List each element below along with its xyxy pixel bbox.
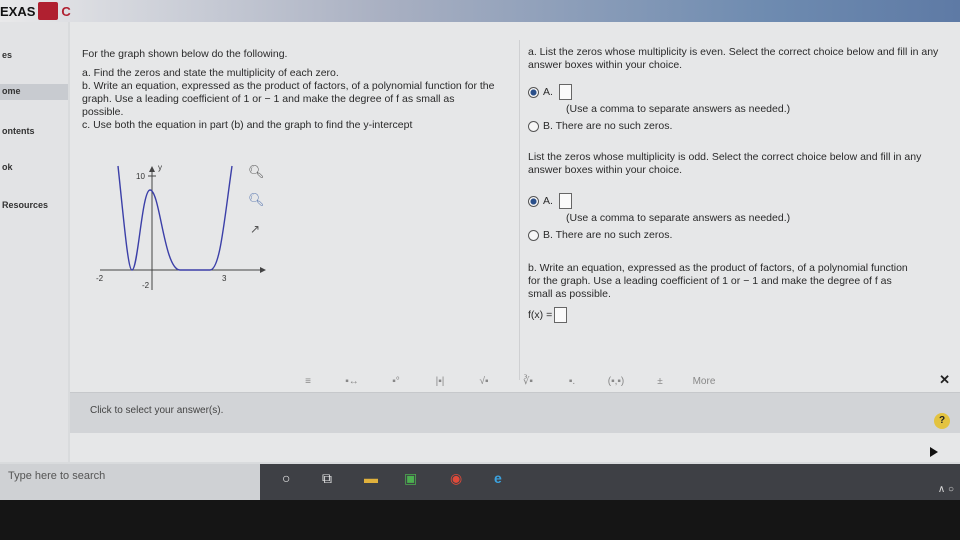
- next-arrow-icon[interactable]: [930, 447, 938, 457]
- odd-option-b-label: B. There are no such zeros.: [543, 229, 673, 241]
- store-icon[interactable]: ▣: [404, 470, 417, 487]
- even-answer-box[interactable]: [558, 84, 572, 100]
- taskbar-search-placeholder: Type here to search: [8, 470, 106, 482]
- help-icon[interactable]: ?: [934, 413, 950, 429]
- answer-footer: Click to select your answer(s). ?: [70, 392, 960, 457]
- polynomial-graph: y 10 -2 -2 3: [96, 163, 266, 290]
- more-button[interactable]: More: [682, 376, 726, 387]
- odd-option-a-label: A.: [543, 194, 553, 207]
- brand-logo: EXAS C: [0, 0, 71, 22]
- absolute-value-button[interactable]: |▪|: [418, 376, 462, 387]
- question-part-b: b. Write an equation, expressed as the p…: [82, 80, 495, 118]
- question-part-a: a. Find the zeros and state the multipli…: [82, 67, 339, 79]
- chrome-icon[interactable]: ◉: [450, 470, 462, 487]
- y-tick-label-bottom: -2: [142, 281, 150, 290]
- odd-answer-box[interactable]: [558, 193, 572, 209]
- question-part-c: c. Use both the equation in part (b) and…: [82, 119, 413, 131]
- mixed-number-button[interactable]: ▪↔: [330, 376, 374, 387]
- system-tray[interactable]: ∧ ○: [938, 484, 954, 495]
- equation-answer-box[interactable]: [554, 307, 568, 323]
- footer-instruction: Click to select your answer(s).: [90, 405, 224, 416]
- even-hint: (Use a comma to separate answers as need…: [566, 103, 791, 115]
- task-view-icon[interactable]: ⧉: [322, 470, 332, 487]
- brand-logo-icon: [38, 2, 59, 20]
- zoom-in-icon[interactable]: 🔍︎: [248, 164, 265, 180]
- odd-multiplicity-prompt: List the zeros whose multiplicity is odd…: [528, 151, 922, 176]
- file-explorer-icon[interactable]: ▬: [364, 470, 378, 486]
- even-option-a-radio[interactable]: [528, 86, 539, 98]
- ordered-pair-button[interactable]: (▪,▪): [594, 376, 638, 387]
- sidebar-item-resources[interactable]: Resources: [0, 200, 68, 210]
- question-panel: For the graph shown below do the followi…: [70, 22, 960, 462]
- even-option-b-radio[interactable]: [528, 121, 539, 132]
- sidebar: es ome ontents ok Resources: [0, 22, 68, 462]
- nth-root-button[interactable]: ∛▪: [506, 376, 550, 387]
- odd-option-a[interactable]: A.: [528, 193, 958, 209]
- popout-icon[interactable]: ↗: [250, 222, 260, 236]
- x-tick-label-left: -2: [96, 274, 104, 283]
- y-axis-label: y: [158, 163, 162, 172]
- exponent-button[interactable]: ▪°: [374, 376, 418, 387]
- polynomial-curve: [117, 165, 233, 271]
- panel-divider: [519, 40, 520, 380]
- even-option-b[interactable]: B. There are no such zeros.: [528, 120, 958, 133]
- close-icon[interactable]: ✕: [939, 372, 950, 388]
- fx-label: f(x) =: [528, 308, 553, 321]
- monitor-frame: EXAS C ✱ es ome ontents ok Resources For…: [0, 0, 960, 540]
- odd-option-b[interactable]: B. There are no such zeros.: [528, 229, 958, 242]
- question-text: For the graph shown below do the followi…: [82, 48, 522, 138]
- equation-prompt: b. Write an equation, expressed as the p…: [528, 262, 908, 300]
- x-axis-arrow: [260, 267, 266, 273]
- odd-option-b-radio[interactable]: [528, 230, 539, 241]
- even-option-a-label: A.: [543, 85, 553, 98]
- zoom-out-icon[interactable]: 🔍︎: [248, 192, 265, 208]
- y-tick-label-top: 10: [136, 172, 145, 181]
- odd-hint: (Use a comma to separate answers as need…: [566, 212, 791, 224]
- plus-minus-button[interactable]: ±: [638, 376, 682, 387]
- fraction-button[interactable]: ≡: [286, 376, 330, 387]
- sidebar-item-contents[interactable]: ontents: [0, 126, 68, 136]
- monitor-bezel: [0, 500, 960, 540]
- edge-icon[interactable]: e: [494, 470, 502, 486]
- taskbar: Type here to search ○ ⧉ ▬ ▣ ◉ e ∧ ○: [0, 464, 960, 500]
- square-root-button[interactable]: √▪: [462, 376, 506, 387]
- even-option-a[interactable]: A.: [528, 84, 958, 100]
- decimal-button[interactable]: ▪.: [550, 376, 594, 387]
- x-tick-label-right: 3: [222, 274, 227, 283]
- sidebar-item-ebook[interactable]: ok: [0, 162, 68, 172]
- screen: EXAS C ✱ es ome ontents ok Resources For…: [0, 0, 960, 500]
- top-banner: [0, 0, 960, 22]
- sidebar-item-home[interactable]: ome: [0, 84, 68, 100]
- math-toolbar: ≡ ▪↔ ▪° |▪| √▪ ∛▪ ▪. (▪,▪) ± More: [286, 370, 726, 392]
- brand-right-text: C: [61, 3, 71, 19]
- equation-row: f(x) =: [528, 307, 958, 323]
- y-axis-arrow: [149, 166, 155, 172]
- brand-left-text: EXAS: [0, 3, 36, 19]
- cortana-icon[interactable]: ○: [282, 470, 290, 486]
- taskbar-search[interactable]: Type here to search: [0, 464, 260, 500]
- odd-option-a-radio[interactable]: [528, 195, 539, 207]
- sidebar-item-1[interactable]: es: [0, 50, 68, 60]
- answer-panel: a. List the zeros whose multiplicity is …: [528, 46, 958, 323]
- even-option-b-label: B. There are no such zeros.: [543, 120, 673, 132]
- even-multiplicity-prompt: a. List the zeros whose multiplicity is …: [528, 46, 939, 71]
- question-intro: For the graph shown below do the followi…: [82, 48, 288, 60]
